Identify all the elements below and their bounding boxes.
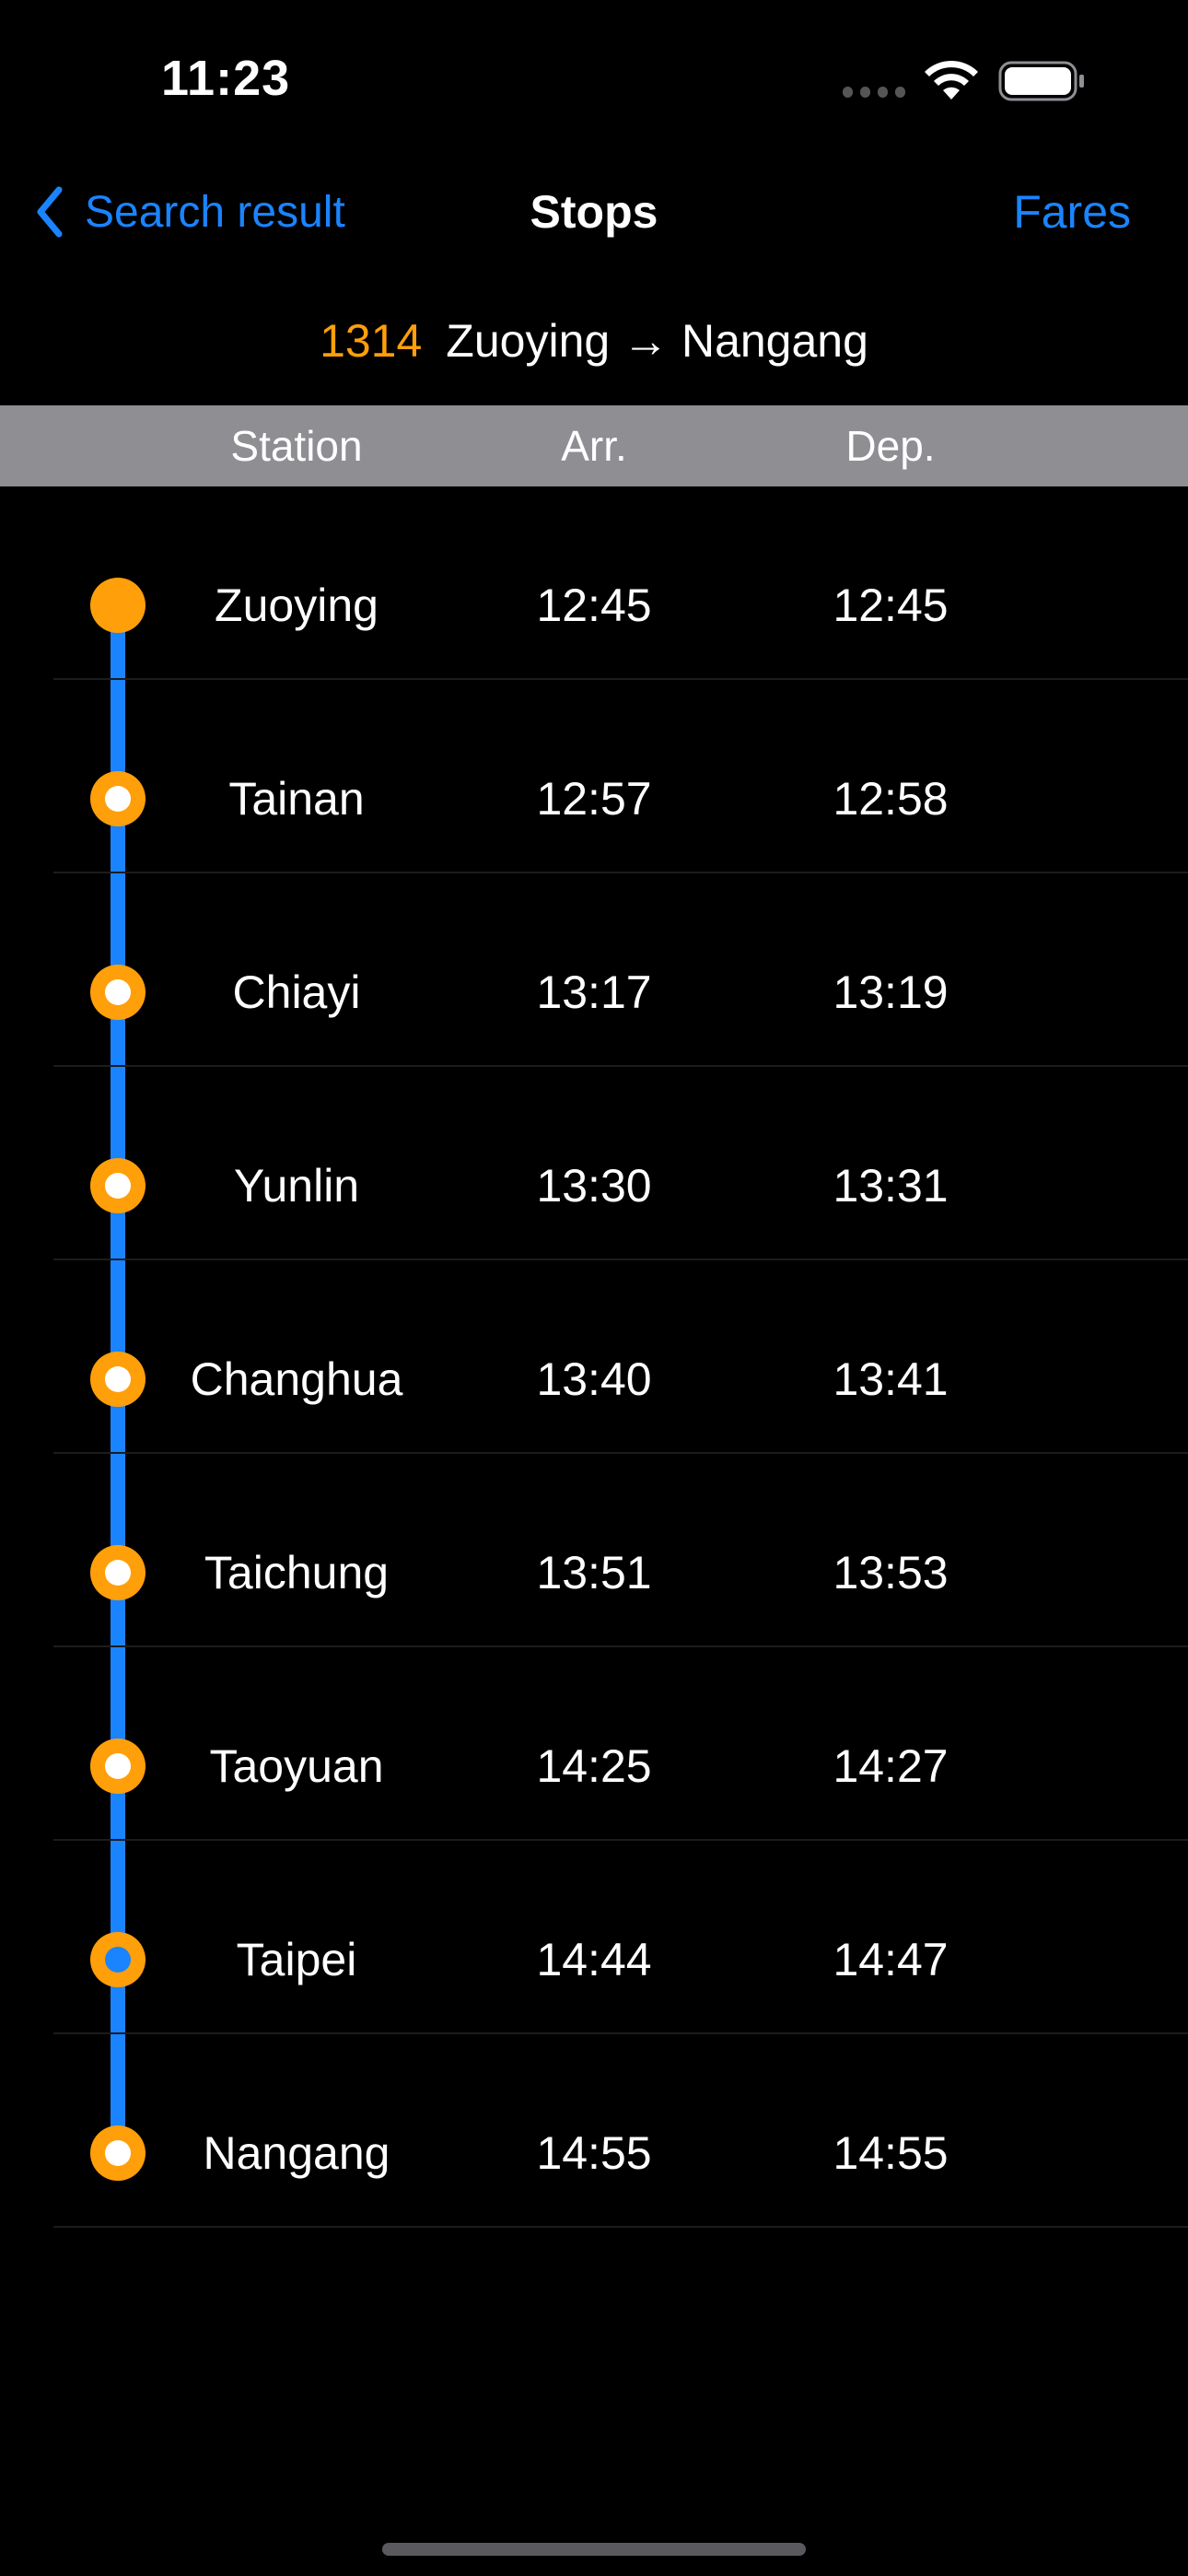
arrival-time: 13:17: [536, 966, 652, 1018]
station-name: Nangang: [203, 2127, 390, 2179]
stop-row[interactable]: Yunlin 13:30 13:31: [0, 1067, 1188, 1260]
stop-marker-icon: [90, 1739, 146, 1794]
stop-marker-icon: [90, 1352, 146, 1407]
wifi-icon: [925, 60, 978, 100]
arrival-time: 13:51: [536, 1547, 652, 1598]
fares-button[interactable]: Fares: [1013, 180, 1131, 244]
departure-time: 12:45: [833, 580, 949, 631]
station-name: Zuoying: [215, 580, 379, 631]
stop-row[interactable]: Nangang 14:55 14:55: [0, 2034, 1188, 2228]
status-bar: 11:23: [0, 0, 1188, 157]
departure-time: 12:58: [833, 773, 949, 825]
stop-row[interactable]: Chiayi 13:17 13:19: [0, 873, 1188, 1067]
stop-marker-icon: [90, 578, 146, 633]
stop-marker-icon: [90, 1158, 146, 1213]
departure-time: 13:31: [833, 1160, 949, 1212]
arrival-time: 12:57: [536, 773, 652, 825]
departure-time: 13:19: [833, 966, 949, 1018]
station-name: Chiayi: [232, 966, 361, 1018]
stop-row[interactable]: Taoyuan 14:25 14:27: [0, 1647, 1188, 1841]
home-indicator: [382, 2543, 806, 2556]
table-header: Station Arr. Dep.: [0, 405, 1188, 486]
route-description: Zuoying → Nangang: [446, 315, 868, 367]
departure-time: 14:47: [833, 1934, 949, 1985]
back-button-label: Search result: [85, 187, 345, 237]
departure-time: 14:55: [833, 2127, 949, 2179]
station-name: Tainan: [228, 773, 365, 825]
cellular-signal-icon: [843, 87, 905, 98]
arrival-time: 13:40: [536, 1353, 652, 1405]
stop-row[interactable]: Zuoying 12:45 12:45: [0, 486, 1188, 680]
back-button[interactable]: Search result: [33, 180, 345, 244]
stop-row[interactable]: Taichung 13:51 13:53: [0, 1454, 1188, 1647]
stop-marker-icon: [90, 965, 146, 1020]
battery-icon: [998, 61, 1084, 101]
stop-marker-icon: [90, 771, 146, 826]
arrival-time: 12:45: [536, 580, 652, 631]
departure-time: 13:53: [833, 1547, 949, 1598]
status-time: 11:23: [161, 51, 291, 106]
arrival-time: 14:55: [536, 2127, 652, 2179]
arrival-time: 13:30: [536, 1160, 652, 1212]
stop-row[interactable]: Tainan 12:57 12:58: [0, 680, 1188, 873]
departure-time: 14:27: [833, 1740, 949, 1792]
station-name: Yunlin: [233, 1160, 360, 1212]
station-name: Taoyuan: [209, 1740, 384, 1792]
arrival-time: 14:44: [536, 1934, 652, 1985]
chevron-left-icon: [37, 186, 63, 238]
train-number: 1314: [320, 315, 423, 367]
row-divider: [53, 2226, 1188, 2228]
stop-marker-icon: [90, 1545, 146, 1600]
column-header-station: Station: [230, 422, 363, 470]
stop-row[interactable]: Changhua 13:40 13:41: [0, 1260, 1188, 1454]
stop-marker-icon: [90, 1932, 146, 1987]
station-name: Changhua: [190, 1353, 403, 1405]
arrival-time: 14:25: [536, 1740, 652, 1792]
route-header: 1314 Zuoying → Nangang: [0, 304, 1188, 378]
column-header-arrival: Arr.: [561, 422, 627, 470]
station-name: Taipei: [236, 1934, 357, 1985]
navigation-bar: Search result Stops Fares: [0, 157, 1188, 267]
stop-row[interactable]: Taipei 14:44 14:47: [0, 1841, 1188, 2034]
stop-marker-icon: [90, 2125, 146, 2181]
column-header-departure: Dep.: [845, 422, 936, 470]
station-name: Taichung: [204, 1547, 390, 1598]
departure-time: 13:41: [833, 1353, 949, 1405]
